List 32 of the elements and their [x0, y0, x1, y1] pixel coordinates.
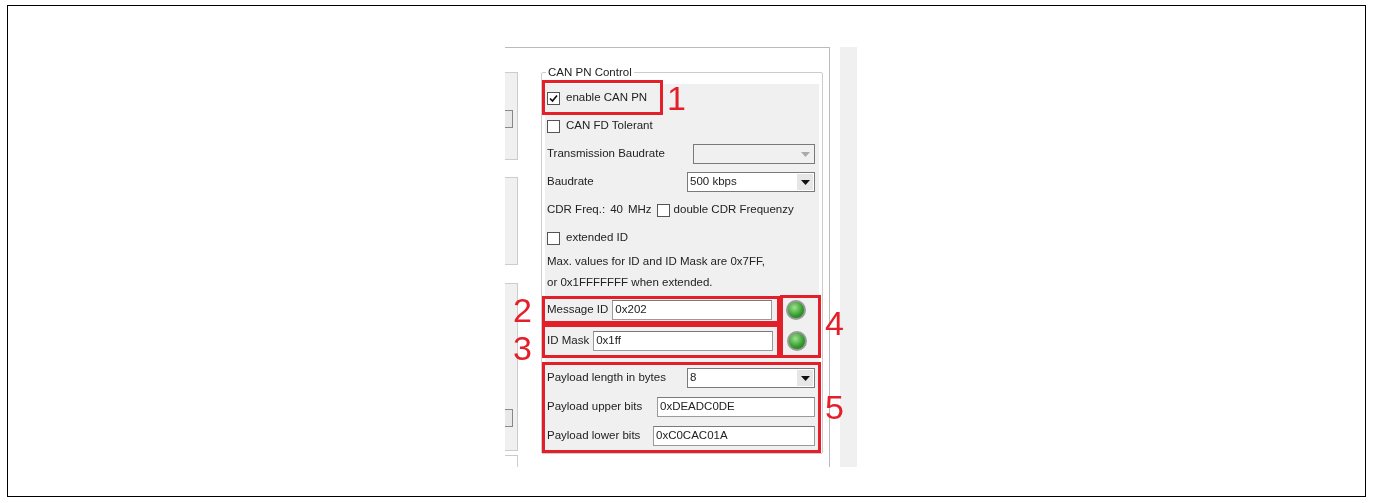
checkbox[interactable]	[547, 119, 560, 133]
field-label: Transmission Baudrate	[547, 146, 665, 162]
checkbox-label: CAN FD Tolerant	[566, 118, 653, 134]
callout-number: 4	[825, 305, 844, 341]
checkbox[interactable]	[547, 91, 560, 105]
callout-number: 5	[825, 389, 844, 425]
input-field[interactable]: 0xDEADC0DE	[657, 396, 815, 417]
dropdown[interactable]: 500 kbps	[687, 172, 815, 192]
field-label: Payload lower bits	[547, 427, 641, 443]
unit-label: MHz	[627, 202, 652, 218]
checkbox[interactable]	[547, 231, 560, 245]
checkbox-label: enable CAN PN	[566, 90, 648, 106]
callout-number: 1	[667, 80, 686, 116]
input-field[interactable]: 0xC0CAC01A	[653, 425, 815, 446]
field-label: CDR Freq.:	[547, 202, 606, 218]
checkbox-label: double CDR Frequenzy	[673, 202, 794, 218]
field-label: Baudrate	[547, 174, 594, 190]
input-field[interactable]: 0x202	[612, 300, 773, 320]
dropdown[interactable]: 8	[687, 368, 815, 388]
field-value: 40	[610, 202, 623, 218]
field-label: ID Mask	[547, 333, 590, 349]
note-text: Max. values for ID and ID Mask are 0x7FF,	[547, 254, 765, 270]
field-label: Message ID	[547, 302, 609, 318]
field-label: Payload upper bits	[547, 398, 643, 414]
note-text: or 0x1FFFFFFF when extended.	[547, 274, 713, 290]
field-label: Payload length in bytes	[547, 370, 666, 386]
checkbox-label: extended ID	[566, 230, 628, 246]
dropdown-edge	[505, 409, 513, 427]
callout-number: 2	[513, 292, 532, 328]
checkbox[interactable]	[656, 203, 670, 217]
callout-number: 3	[513, 330, 532, 366]
input-field[interactable]: 0x1ff	[593, 331, 774, 351]
